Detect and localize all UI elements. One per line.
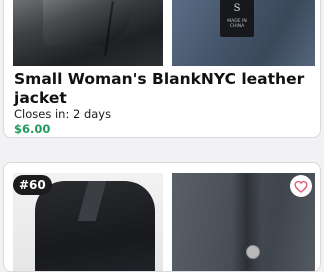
listing-card[interactable]: S MADE IN CHINA Small Woman's BlankNYC l… [3,0,321,138]
lot-number-badge: #60 [13,175,52,195]
listing-photo-main[interactable] [13,0,163,66]
size-tag: S MADE IN CHINA [220,0,254,37]
coat-button [246,245,260,259]
listing-card[interactable]: #60 [3,162,321,272]
jacket-fold [43,0,133,46]
heart-outline-icon [294,180,308,193]
favorite-button[interactable] [290,175,312,197]
listing-price: $6.00 [14,122,51,136]
size-tag-size: S [233,3,241,14]
listing-title[interactable]: Small Woman's BlankNYC leather jacket [14,70,314,108]
listing-photo-tag[interactable]: S MADE IN CHINA [172,0,315,66]
size-tag-origin: MADE IN CHINA [227,19,247,29]
closing-time: Closes in: 2 days [14,107,112,121]
